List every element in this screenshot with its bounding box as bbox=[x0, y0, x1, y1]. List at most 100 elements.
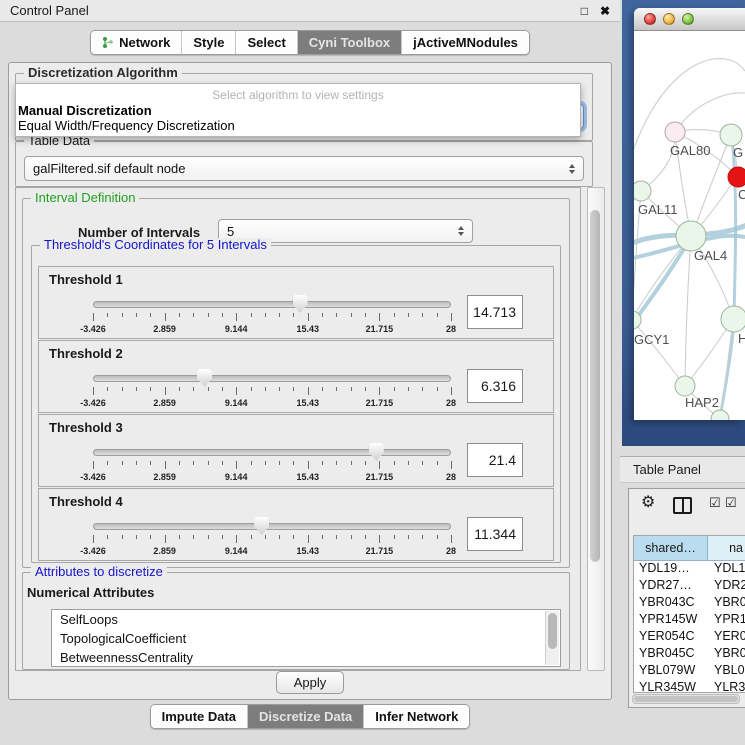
column-header-shared-name[interactable]: shared… bbox=[634, 536, 708, 560]
horizontal-scrollbar[interactable] bbox=[632, 694, 740, 704]
tick-mark bbox=[222, 313, 223, 317]
scale-label: 15.43 bbox=[297, 324, 320, 334]
column-header-name[interactable]: na bbox=[708, 536, 745, 560]
table-row[interactable]: YBR043CYBR0 bbox=[634, 595, 745, 612]
tab-network[interactable]: Network bbox=[91, 31, 181, 54]
table-row[interactable]: YBR045CYBR0 bbox=[634, 646, 745, 663]
attribute-item-betweennesscentrality[interactable]: BetweennessCentrality bbox=[52, 648, 560, 667]
slider-thumb[interactable] bbox=[254, 517, 269, 535]
tab-discretize-data[interactable]: Discretize Data bbox=[247, 705, 363, 728]
node-label-partial: H bbox=[738, 331, 745, 346]
float-window-icon[interactable]: □ bbox=[581, 5, 588, 17]
numerical-attributes-list[interactable]: SelfLoopsTopologicalCoefficientBetweenne… bbox=[51, 609, 561, 667]
table-row[interactable]: YDL19…YDL1 bbox=[634, 561, 745, 578]
vertical-scrollbar-thumb[interactable] bbox=[590, 210, 600, 562]
threshold-value-field[interactable]: 6.316 bbox=[467, 369, 523, 403]
tab-infer-network[interactable]: Infer Network bbox=[363, 705, 469, 728]
tick-mark bbox=[193, 313, 194, 317]
scale-label: 21.715 bbox=[366, 398, 394, 408]
tab-select[interactable]: Select bbox=[235, 31, 296, 54]
tick-mark bbox=[451, 387, 452, 395]
slider-track[interactable] bbox=[93, 301, 451, 308]
threshold-value-field[interactable]: 14.713 bbox=[467, 295, 523, 329]
close-traffic-light-icon[interactable] bbox=[644, 13, 656, 25]
slider-scale: -3.4262.8599.14415.4321.71528 bbox=[93, 546, 451, 557]
table-row[interactable]: YLR345WYLR3 bbox=[634, 680, 745, 693]
table-data-combobox[interactable]: galFiltered.sif default node bbox=[24, 156, 584, 181]
tick-mark bbox=[165, 387, 166, 395]
list-scrollbar-thumb[interactable] bbox=[548, 613, 557, 649]
network-node-gal11[interactable] bbox=[634, 181, 651, 201]
slider-track[interactable] bbox=[93, 375, 451, 382]
slider-thumb[interactable] bbox=[369, 443, 384, 461]
zoom-traffic-light-icon[interactable] bbox=[682, 13, 694, 25]
network-node-red[interactable] bbox=[728, 167, 745, 187]
checkbox-icon[interactable]: ☑ bbox=[725, 496, 737, 509]
threshold-value-field[interactable]: 11.344 bbox=[467, 517, 523, 551]
tick-mark bbox=[165, 461, 166, 469]
tick-mark bbox=[136, 313, 137, 317]
scale-label: 28 bbox=[446, 324, 456, 334]
table-row[interactable]: YBL079WYBL0 bbox=[634, 663, 745, 680]
attribute-item-topologicalcoefficient[interactable]: TopologicalCoefficient bbox=[52, 629, 560, 648]
scale-label: 15.43 bbox=[297, 546, 320, 556]
tab-label: jActiveMNodules bbox=[413, 35, 518, 50]
tab-jactivemnodules[interactable]: jActiveMNodules bbox=[401, 31, 529, 54]
table-cell-name: YLR3 bbox=[708, 680, 745, 693]
gear-icon[interactable]: ⚙ bbox=[641, 495, 655, 511]
table-row[interactable]: YPR145WYPR1 bbox=[634, 612, 745, 629]
threshold-slider[interactable]: -3.4262.8599.14415.4321.71528 bbox=[93, 297, 451, 337]
table-header-row: shared… na bbox=[634, 536, 745, 561]
horizontal-scrollbar-thumb[interactable] bbox=[634, 696, 738, 702]
network-node-hap2[interactable] bbox=[675, 376, 695, 396]
tab-impute-data[interactable]: Impute Data bbox=[151, 705, 247, 728]
table-row[interactable]: YDR27…YDR2 bbox=[634, 578, 745, 595]
tick-mark bbox=[394, 387, 395, 391]
network-node[interactable] bbox=[711, 410, 729, 420]
tick-mark bbox=[107, 461, 108, 465]
tick-mark bbox=[365, 461, 366, 465]
tick-mark bbox=[122, 535, 123, 539]
tick-mark bbox=[251, 535, 252, 539]
threshold-slider[interactable]: -3.4262.8599.14415.4321.71528 bbox=[93, 445, 451, 485]
close-icon[interactable]: ✖ bbox=[600, 5, 610, 17]
tick-mark bbox=[308, 313, 309, 321]
network-node-gal4[interactable] bbox=[676, 221, 706, 251]
threshold-slider[interactable]: -3.4262.8599.14415.4321.71528 bbox=[93, 371, 451, 411]
network-window-titlebar[interactable] bbox=[634, 8, 745, 31]
tab-cyni-toolbox[interactable]: Cyni Toolbox bbox=[297, 31, 401, 54]
vertical-scrollbar[interactable] bbox=[587, 187, 605, 671]
slider-track[interactable] bbox=[93, 523, 451, 530]
scale-label: -3.426 bbox=[80, 324, 106, 334]
tick-mark bbox=[408, 387, 409, 391]
dropdown-item-manual-discretization[interactable]: Manual Discretization bbox=[16, 103, 580, 118]
tick-mark bbox=[394, 535, 395, 539]
column-split-icon[interactable] bbox=[673, 497, 692, 514]
tick-mark bbox=[107, 535, 108, 539]
threshold-slider[interactable]: -3.4262.8599.14415.4321.71528 bbox=[93, 519, 451, 559]
tick-mark bbox=[422, 313, 423, 317]
network-node[interactable] bbox=[721, 306, 745, 332]
tick-mark bbox=[422, 387, 423, 391]
attribute-item-selfloops[interactable]: SelfLoops bbox=[52, 610, 560, 629]
network-node-pink[interactable] bbox=[665, 122, 685, 142]
tick-mark bbox=[107, 313, 108, 317]
apply-button[interactable]: Apply bbox=[276, 671, 344, 694]
tick-mark bbox=[322, 313, 323, 317]
checkbox-icon[interactable]: ☑ bbox=[709, 496, 721, 509]
network-canvas[interactable]: GAL80 G C GAL11 GAL4 GCY1 H HAP2 bbox=[634, 31, 745, 420]
slider-track[interactable] bbox=[93, 449, 451, 456]
tab-style[interactable]: Style bbox=[181, 31, 235, 54]
minimize-traffic-light-icon[interactable] bbox=[663, 13, 675, 25]
scale-label: 9.144 bbox=[225, 398, 248, 408]
slider-thumb[interactable] bbox=[293, 295, 308, 313]
table-cell-name: YER0 bbox=[708, 629, 745, 646]
network-node[interactable] bbox=[720, 124, 742, 146]
table-row[interactable]: YER054CYER0 bbox=[634, 629, 745, 646]
list-scrollbar[interactable] bbox=[545, 611, 559, 665]
dropdown-item-equal-width-frequency-discretization[interactable]: Equal Width/Frequency Discretization bbox=[16, 118, 580, 133]
threshold-value-field[interactable]: 21.4 bbox=[467, 443, 523, 477]
scale-label: 9.144 bbox=[225, 324, 248, 334]
table-cell-name: YPR1 bbox=[708, 612, 745, 629]
slider-thumb[interactable] bbox=[197, 369, 212, 387]
